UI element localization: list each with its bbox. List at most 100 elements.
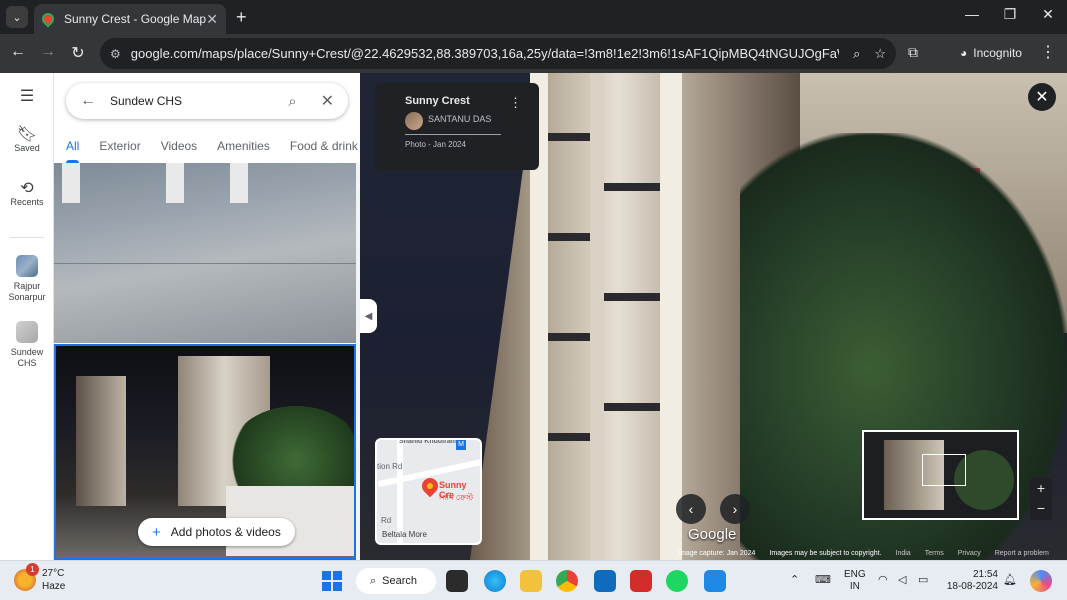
close-viewer-icon[interactable]: ✕ — [1028, 83, 1056, 111]
minimap[interactable]: Shahid Khudiram M tion Rd Rd Sunny Cre স… — [375, 438, 482, 545]
search-input[interactable] — [110, 94, 281, 108]
notifications-icon[interactable]: 🔔︎ — [1003, 573, 1017, 586]
tab-all[interactable]: All — [66, 135, 80, 163]
browser-menu-icon[interactable]: ⋮ — [1040, 42, 1056, 62]
zoom-icon[interactable]: ⌕ — [853, 46, 860, 62]
incognito-badge[interactable]: ◕ Incognito — [950, 40, 1032, 66]
copilot-icon[interactable] — [1030, 570, 1052, 592]
start-button-icon[interactable] — [322, 571, 342, 591]
taskbar-search-label: Search — [382, 575, 418, 587]
recent-place-sundew[interactable]: Sundew CHS — [0, 321, 54, 369]
weather-widget[interactable]: 1 27°C Haze — [14, 563, 66, 593]
recent-thumbnail — [16, 321, 38, 343]
chrome-icon[interactable] — [556, 570, 578, 592]
weather-badge: 1 — [26, 563, 39, 576]
weather-condition: Haze — [42, 581, 66, 592]
keyboard-icon[interactable]: ⌨ — [815, 573, 831, 586]
forward-icon[interactable]: → — [36, 43, 60, 61]
photo-thumbnail-courtyard[interactable] — [54, 163, 356, 343]
taskbar-search[interactable]: ⌕ Search — [356, 568, 436, 594]
spotify-icon[interactable] — [666, 570, 688, 592]
viewport-frame[interactable] — [922, 454, 966, 486]
saved-button[interactable]: 🔖︎ Saved — [0, 127, 54, 154]
region-code: IN — [849, 581, 860, 592]
menu-button[interactable]: ☰ — [0, 88, 54, 105]
reload-icon[interactable]: ↻ — [66, 43, 90, 63]
author-avatar[interactable] — [405, 112, 423, 130]
back-icon[interactable]: ← — [6, 43, 30, 61]
clock-date: 18-08-2024 — [946, 581, 998, 592]
search-icon: ⌕ — [370, 574, 377, 587]
tab-amenities[interactable]: Amenities — [217, 135, 270, 163]
recents-label: Recents — [10, 197, 44, 207]
tab-title: Sunny Crest - Google Maps — [64, 12, 207, 26]
language-indicator[interactable]: ENG IN — [844, 569, 866, 593]
task-view-icon[interactable] — [446, 570, 468, 592]
temperature: 27°C — [42, 568, 65, 579]
privacy-link[interactable]: Privacy — [958, 550, 981, 560]
pillar — [62, 163, 80, 203]
map-road-label: tion Rd — [377, 462, 403, 471]
url-text[interactable]: google.com/maps/place/Sunny+Crest/@22.46… — [131, 46, 839, 61]
photo-thumbnail-building-selected[interactable]: + Add photos & videos — [54, 344, 356, 560]
back-arrow-icon[interactable]: ← — [80, 92, 96, 110]
copyright-notice: Images may be subject to copyright. — [769, 550, 882, 557]
restore-icon[interactable]: ❐ — [990, 6, 1030, 23]
clear-search-icon[interactable]: ✕ — [321, 91, 334, 111]
acrobat-icon[interactable] — [630, 570, 652, 592]
app-icon[interactable] — [704, 570, 726, 592]
zoom-in-icon[interactable]: + — [1030, 478, 1052, 498]
store-icon[interactable] — [594, 570, 616, 592]
battery-icon[interactable]: ▭ — [918, 573, 928, 586]
zoom-out-icon[interactable]: − — [1030, 498, 1052, 518]
balcony-grille — [548, 433, 590, 441]
recents-button[interactable]: ⟲ Recents — [0, 181, 54, 208]
maps-favicon-icon — [39, 10, 57, 28]
map-footer-label: Beltala More — [382, 530, 427, 539]
search-icon[interactable]: ⌕ — [288, 93, 296, 110]
browser-tab[interactable]: Sunny Crest - Google Maps ✕ — [34, 4, 226, 34]
chevron-right-icon: › — [732, 501, 738, 517]
author-name[interactable]: SANTANU DAS — [428, 114, 491, 124]
add-photos-label: Add photos & videos — [170, 525, 281, 539]
photo-date: Photo - Jan 2024 — [405, 140, 466, 149]
terms-link[interactable]: Terms — [925, 550, 944, 560]
collapse-panel-button[interactable]: ◀ — [360, 299, 377, 333]
maps-left-rail: ☰ 🔖︎ Saved ⟲ Recents Rajpur Sonarpur Sun… — [0, 73, 54, 560]
tab-close-icon[interactable]: ✕ — [206, 11, 218, 28]
recent-place-label: Sundew CHS — [10, 347, 44, 368]
tab-exterior[interactable]: Exterior — [99, 135, 140, 163]
photo-navigator-thumbnail[interactable] — [862, 430, 1019, 520]
photo-info-card: Sunny Crest ⋮ SANTANU DAS Photo - Jan 20… — [375, 83, 539, 170]
tray-chevron-icon[interactable]: ⌃ — [790, 573, 799, 586]
address-bar[interactable]: ⚙ google.com/maps/place/Sunny+Crest/@22.… — [100, 38, 896, 69]
edge-icon[interactable] — [484, 570, 506, 592]
browser-tab-bar: ⌄ Sunny Crest - Google Maps ✕ + — ❐ ✕ — [0, 0, 1067, 34]
tab-search-chevron-icon[interactable]: ⌄ — [6, 6, 28, 28]
system-clock[interactable]: 21:54 18-08-2024 — [945, 569, 998, 593]
window-close-icon[interactable]: ✕ — [1028, 6, 1067, 23]
wifi-icon[interactable]: ◠ — [878, 573, 888, 586]
photo-category-tabs: All Exterior Videos Amenities Food & dri… — [54, 135, 360, 163]
hamburger-icon: ☰ — [19, 88, 35, 105]
recent-place-rajpur[interactable]: Rajpur Sonarpur — [0, 255, 54, 303]
next-photo-button[interactable]: › — [720, 494, 750, 524]
balcony-grille — [548, 133, 590, 141]
attribution-bar: Image capture: Jan 2024 Images may be su… — [676, 550, 1067, 560]
volume-icon[interactable]: ◁ — [898, 573, 906, 586]
more-options-icon[interactable]: ⋮ — [509, 95, 522, 111]
previous-photo-button[interactable]: ‹ — [676, 494, 706, 524]
site-info-icon[interactable]: ⚙ — [110, 47, 121, 61]
add-photos-button[interactable]: + Add photos & videos — [138, 518, 295, 546]
place-name[interactable]: Sunny Crest — [405, 95, 470, 107]
balcony-grille — [604, 293, 660, 301]
report-problem-link[interactable]: Report a problem — [995, 550, 1049, 560]
file-explorer-icon[interactable] — [520, 570, 542, 592]
minimize-icon[interactable]: — — [952, 6, 992, 22]
tab-food-drink[interactable]: Food & drink — [290, 135, 358, 163]
tab-videos[interactable]: Videos — [161, 135, 197, 163]
new-tab-icon[interactable]: + — [236, 7, 247, 28]
balcony-grille — [548, 333, 590, 341]
extensions-icon[interactable]: ⧉ — [908, 44, 918, 61]
bookmark-star-icon[interactable]: ☆ — [874, 46, 886, 62]
